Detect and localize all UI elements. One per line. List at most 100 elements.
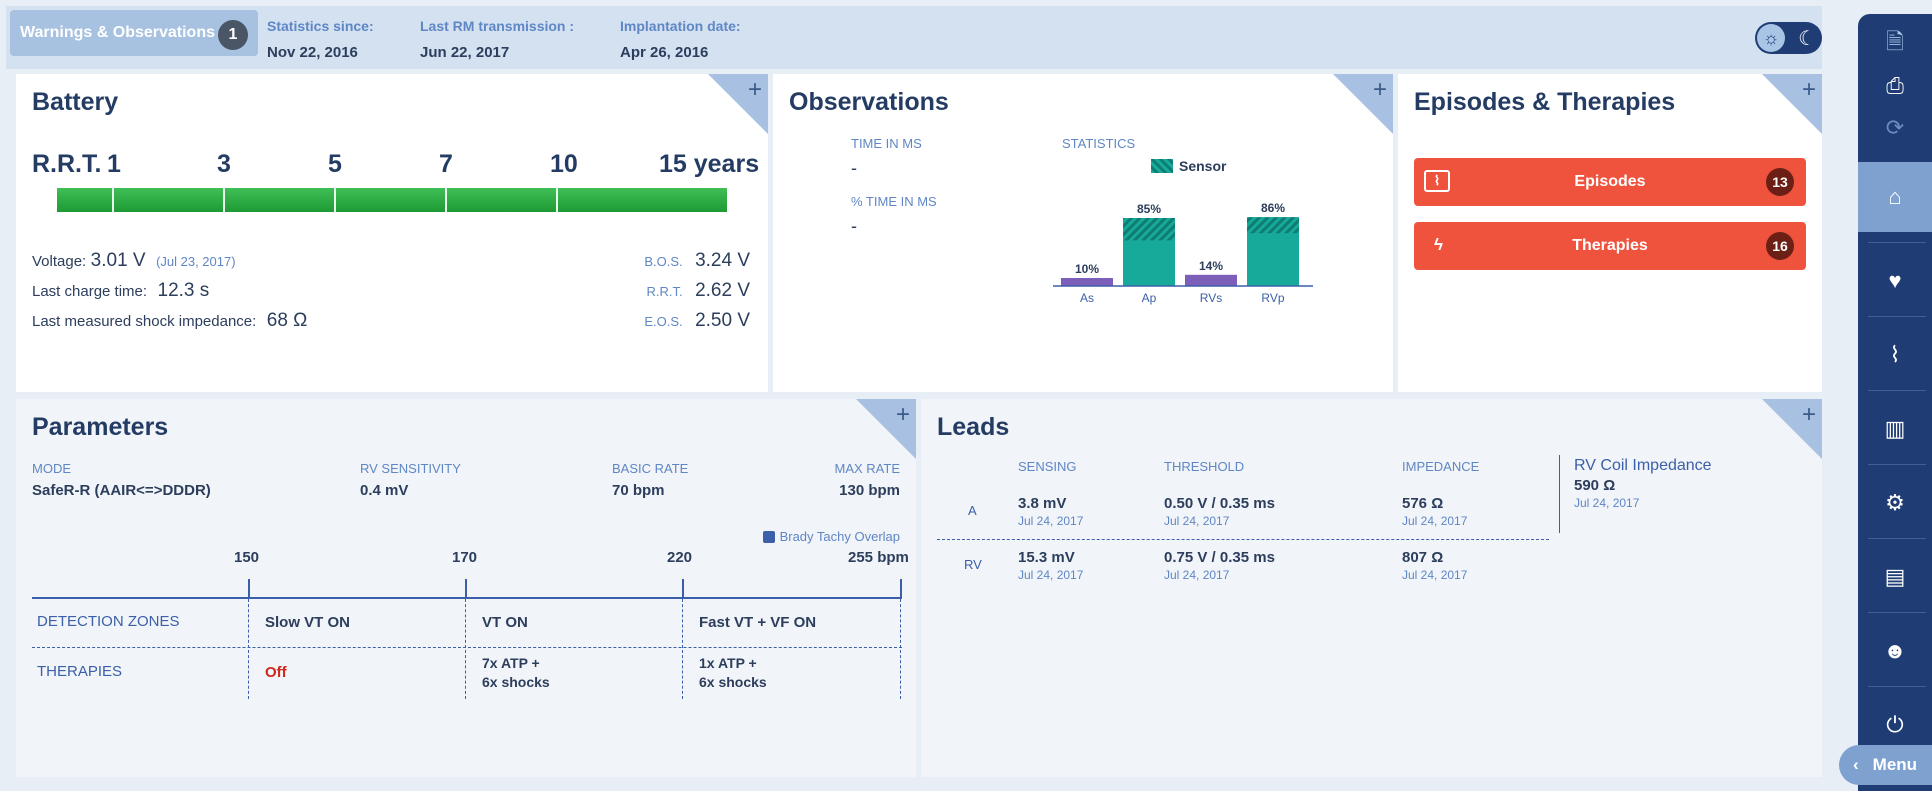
impedance-label: Last measured shock impedance: — [32, 313, 257, 330]
chevron-left-icon: ‹ — [1853, 755, 1859, 774]
sidebar-separator — [1868, 316, 1926, 317]
brady-tachy-legend: Brady Tachy Overlap — [762, 529, 900, 544]
plus-icon[interactable]: + — [748, 78, 762, 102]
max-rate-value: 130 bpm — [839, 482, 900, 499]
lead-name-rv: RV — [964, 557, 982, 572]
lead-rv-sensing-value: 15.3 mV — [1018, 549, 1075, 566]
rrt-row: R.R.T. 2.62 V — [646, 280, 750, 302]
lead-name-a: A — [968, 503, 977, 518]
sidebar: 🗎 ⎙ ⟳ ⌂ ♥ ⌇ ▥ ⚙ ▤ ☻ ⏻ — [1858, 14, 1932, 791]
impedance-row: Last measured shock impedance: 68 Ω — [32, 310, 307, 332]
theme-toggle[interactable]: ☼ ☾ — [1755, 22, 1822, 54]
episodes-count-badge: 13 — [1766, 168, 1794, 196]
max-rate-param: MAX RATE 130 bpm — [835, 461, 901, 499]
battery-divider — [556, 188, 558, 212]
basic-rate-value: 70 bpm — [612, 482, 665, 499]
report-icon[interactable]: ▤ — [1858, 542, 1932, 612]
lead-a-impedance-value: 576 Ω — [1402, 495, 1444, 512]
chart-category-label: Ap — [1142, 291, 1157, 305]
rrt-label: R.R.T. — [32, 150, 102, 178]
sidebar-separator — [1868, 612, 1926, 613]
bos-label: B.O.S. — [644, 254, 683, 269]
chart-sensor-segment — [1123, 218, 1175, 241]
detection-zones-label: DETECTION ZONES — [37, 613, 180, 630]
moon-icon[interactable]: ☾ — [1798, 26, 1816, 51]
overlap-label: Brady Tachy Overlap — [779, 529, 900, 544]
chart-category-label: As — [1080, 291, 1094, 305]
document-icon[interactable]: 🗎 — [1858, 24, 1932, 64]
lead-rv-sensing: 15.3 mV Jul 24, 2017 — [1018, 549, 1083, 582]
lead-a-threshold: 0.50 V / 0.35 ms Jul 24, 2017 — [1164, 495, 1275, 528]
chart-value-label: 10% — [1075, 262, 1099, 276]
statistics-since: Statistics since: Nov 22, 2016 — [267, 18, 374, 61]
battery-divider — [334, 188, 336, 212]
legend-sensor-label: Sensor — [1179, 158, 1227, 174]
therapy-slow-vt: Off — [265, 664, 287, 681]
rate-tick: 255 bpm — [848, 549, 909, 566]
threshold-header: THRESHOLD — [1164, 459, 1245, 474]
battery-tick: 10 — [550, 150, 578, 178]
last-rm-value: Jun 22, 2017 — [420, 44, 510, 61]
rate-axis-tick — [465, 579, 467, 599]
zone-divider — [248, 599, 249, 699]
implantation-label: Implantation date: — [620, 18, 741, 34]
coil-label: RV Coil Impedance — [1574, 457, 1712, 474]
plus-icon[interactable]: + — [1802, 403, 1816, 427]
home-icon[interactable]: ⌂ — [1858, 162, 1932, 232]
rate-tick: 150 — [234, 549, 260, 566]
last-rm-label: Last RM transmission : — [420, 18, 575, 34]
lead-rv-threshold: 0.75 V / 0.35 ms Jul 24, 2017 — [1164, 549, 1275, 582]
plus-icon[interactable]: + — [1373, 78, 1387, 102]
charge-label: Last charge time: — [32, 283, 148, 300]
rate-axis-tick — [682, 579, 684, 599]
heart-icon[interactable]: ♥ — [1858, 246, 1932, 316]
mode-param: MODE SafeR-R (AAIR<=>DDDR) — [32, 461, 211, 499]
charge-row: Last charge time: 12.3 s — [32, 280, 209, 302]
ecg-icon: ⌇ — [1424, 170, 1450, 192]
impedance-header: IMPEDANCE — [1402, 459, 1480, 474]
battery-bar — [57, 188, 727, 212]
sidebar-separator — [1868, 242, 1926, 243]
bos-value: 3.24 V — [695, 250, 750, 271]
implantation-value: Apr 26, 2016 — [620, 44, 709, 61]
user-icon[interactable]: ☻ — [1858, 616, 1932, 686]
zone-divider — [682, 599, 683, 699]
ecg-icon[interactable]: ⌇ — [1858, 320, 1932, 390]
sync-icon[interactable]: ⟳ — [1858, 108, 1932, 148]
episodes-button[interactable]: ⌇ Episodes 13 — [1414, 158, 1806, 206]
plus-icon[interactable]: + — [1802, 78, 1816, 102]
lead-row-divider — [937, 539, 1549, 540]
warnings-button[interactable]: Warnings & Observations 1 — [10, 10, 258, 56]
therapies-button[interactable]: ϟ Therapies 16 — [1414, 222, 1806, 270]
pct-time-value: - — [851, 216, 857, 236]
last-rm-transmission: Last RM transmission : Jun 22, 2017 — [420, 18, 574, 61]
rv-coil-impedance: RV Coil Impedance 590 Ω Jul 24, 2017 — [1574, 457, 1712, 510]
zone-row-divider — [32, 647, 902, 648]
charge-value: 12.3 s — [157, 280, 210, 301]
lead-a-threshold-value: 0.50 V / 0.35 ms — [1164, 495, 1275, 512]
sun-icon[interactable]: ☼ — [1757, 24, 1785, 52]
sidebar-separator — [1868, 390, 1926, 391]
max-rate-label: MAX RATE — [834, 461, 901, 476]
print-icon[interactable]: ⎙ — [1858, 66, 1932, 106]
lead-rv-threshold-date: Jul 24, 2017 — [1164, 568, 1230, 582]
basic-rate-param: BASIC RATE 70 bpm — [612, 461, 688, 499]
warnings-count-badge: 1 — [218, 20, 248, 50]
therapy-vt-atp: 7x ATP + — [482, 655, 540, 671]
menu-button[interactable]: ‹ Menu — [1839, 745, 1932, 785]
sidebar-separator — [1868, 686, 1926, 687]
impedance-value: 68 Ω — [266, 310, 308, 331]
pct-time-label: % TIME IN MS — [851, 194, 937, 209]
stats-icon[interactable]: ▥ — [1858, 394, 1932, 464]
plus-icon[interactable]: + — [896, 403, 910, 427]
zone-divider — [900, 599, 901, 699]
settings-icon[interactable]: ⚙ — [1858, 468, 1932, 538]
legend-swatch — [1151, 159, 1173, 173]
lead-a-sensing-date: Jul 24, 2017 — [1018, 514, 1084, 528]
rate-tick: 220 — [667, 549, 693, 566]
battery-divider — [445, 188, 447, 212]
rate-axis-tick — [248, 579, 250, 599]
parameters-title: Parameters — [32, 413, 169, 441]
battery-divider — [223, 188, 225, 212]
coil-date: Jul 24, 2017 — [1574, 496, 1640, 510]
